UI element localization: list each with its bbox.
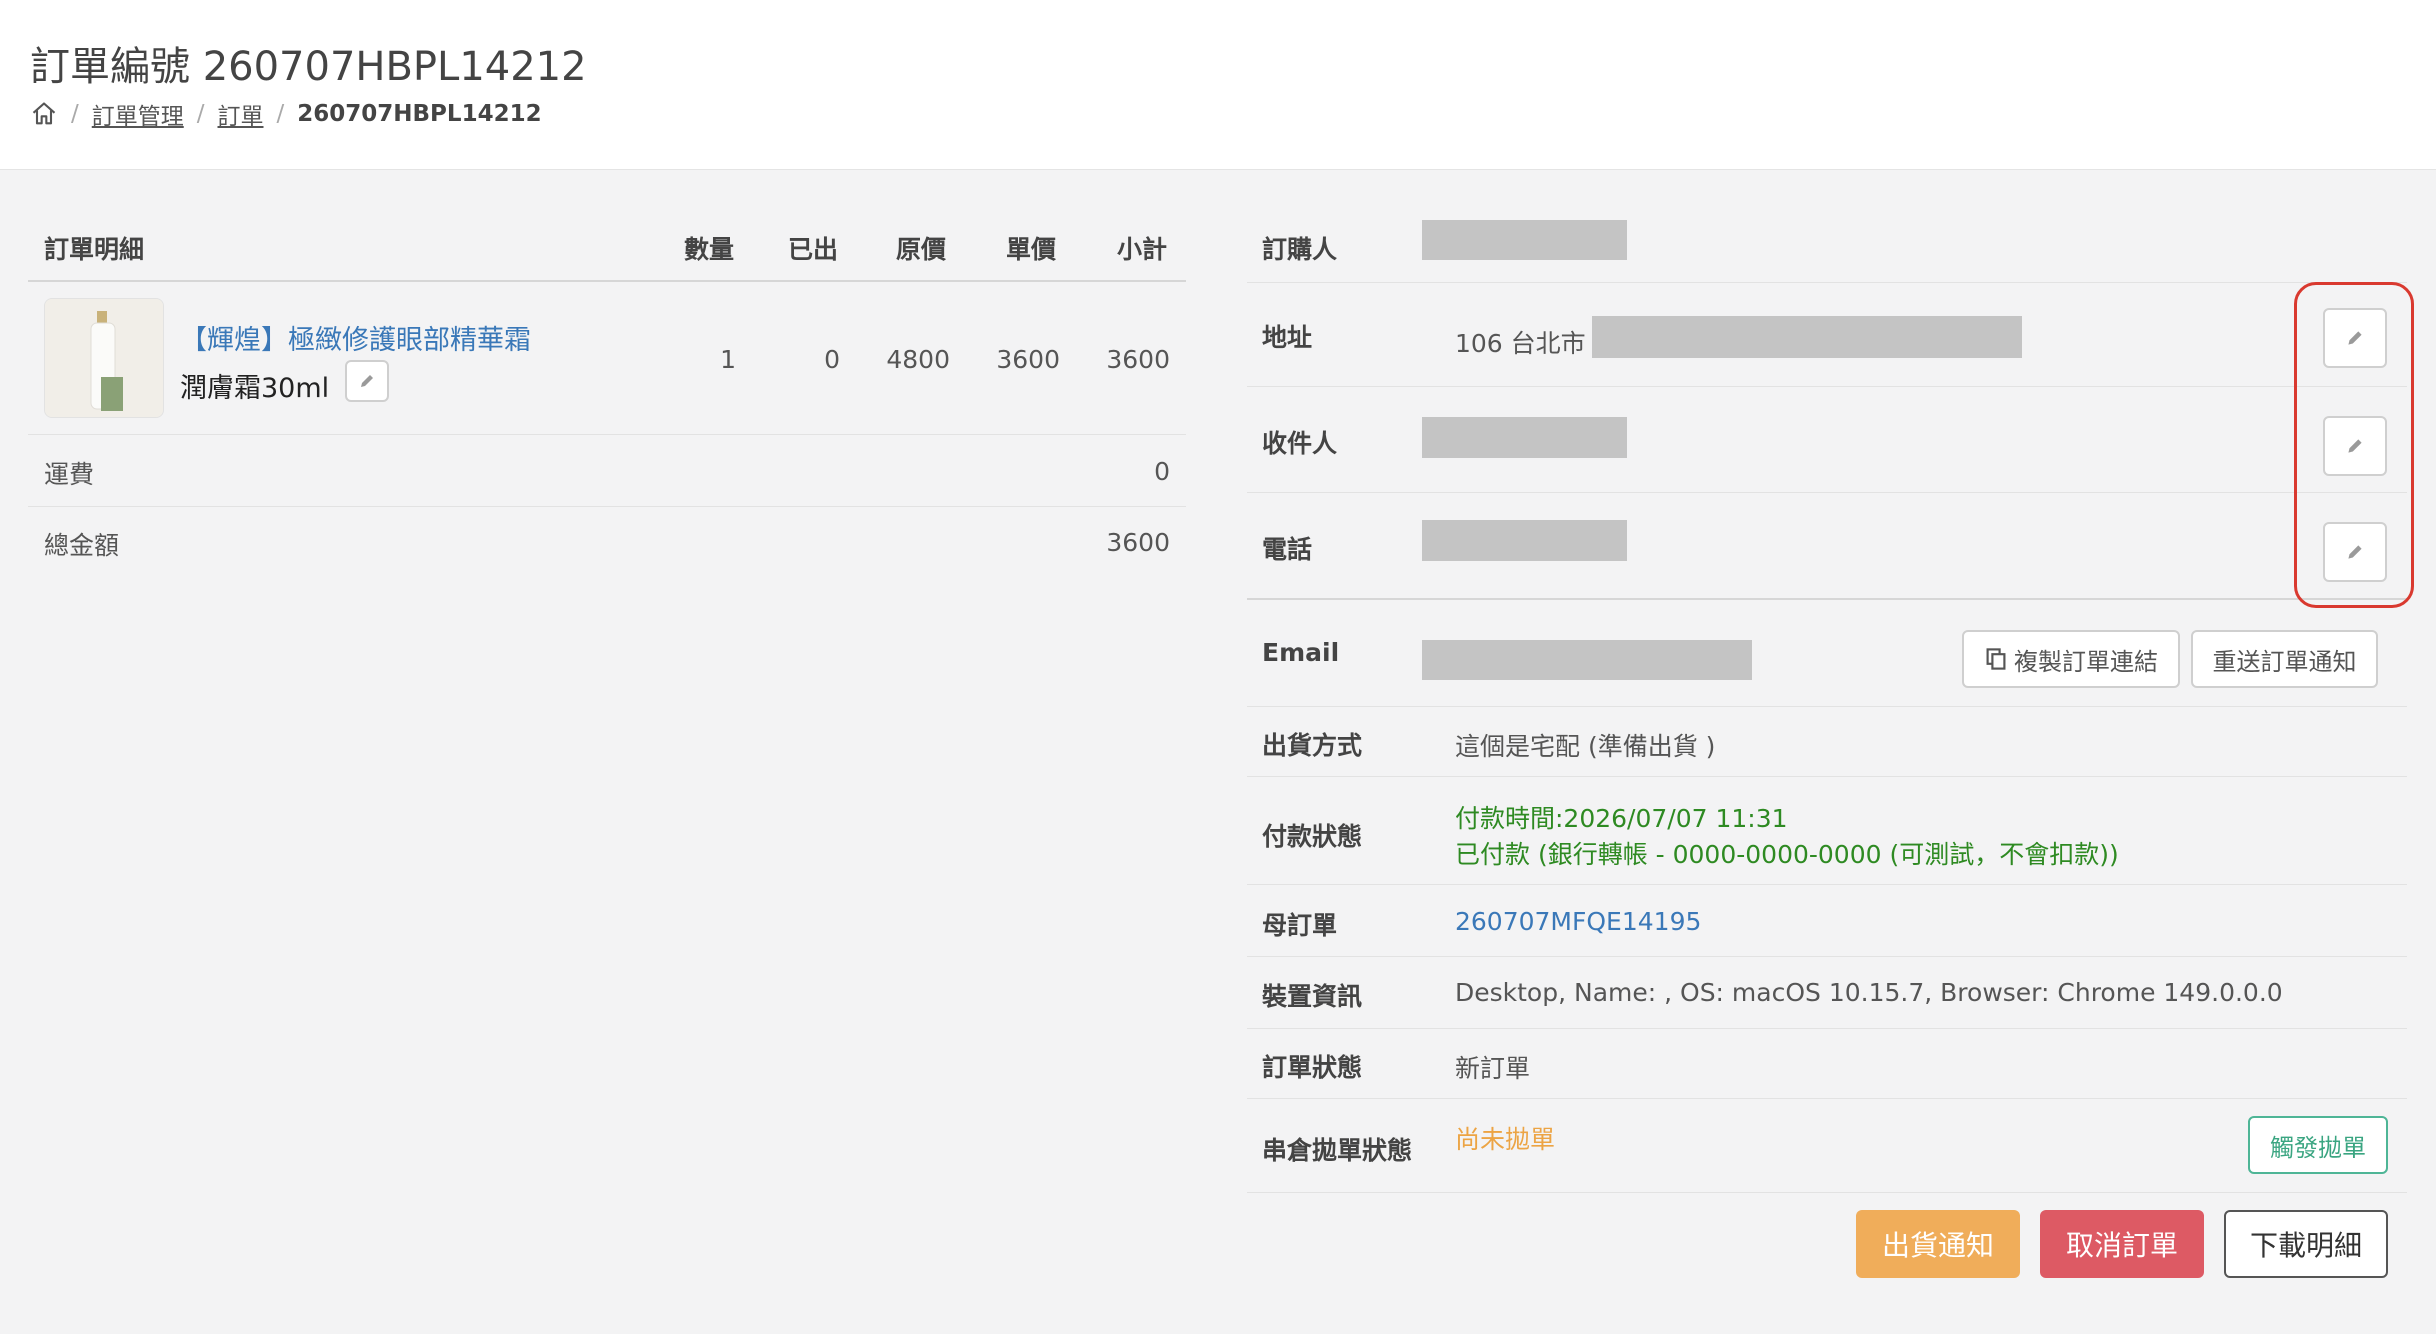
resend-order-notice-button[interactable]: 重送訂單通知 xyxy=(2191,630,2378,688)
recipient-label: 收件人 xyxy=(1262,429,1338,458)
parent-order-label: 母訂單 xyxy=(1262,911,1338,940)
shipping-fee-label: 運費 xyxy=(44,460,95,489)
shipping-fee-value: 0 xyxy=(1154,457,1170,486)
col-header-shipped: 已出 xyxy=(788,235,839,264)
edit-buttons-highlight xyxy=(2294,282,2414,608)
row-divider xyxy=(1247,884,2407,885)
recipient-redacted xyxy=(1422,417,1627,458)
col-header-qty: 數量 xyxy=(684,235,735,264)
col-header-original-price: 原價 xyxy=(896,235,947,264)
row-divider xyxy=(1247,776,2407,777)
item-original-price: 4800 xyxy=(886,345,950,374)
copy-order-link-label: 複製訂單連結 xyxy=(2014,647,2158,676)
ship-notice-button[interactable]: 出貨通知 xyxy=(1856,1210,2020,1278)
breadcrumb-separator: / xyxy=(196,101,205,127)
payment-time: 付款時間:2026/07/07 11:31 xyxy=(1455,804,1788,833)
phone-label: 電話 xyxy=(1262,535,1313,564)
phone-redacted xyxy=(1422,520,1627,561)
row-divider xyxy=(1247,1098,2407,1099)
product-name-link[interactable]: 【輝煌】極緻修護眼部精華霜 xyxy=(180,318,531,357)
warehouse-status-label: 串倉拋單狀態 xyxy=(1262,1136,1413,1165)
row-divider xyxy=(28,506,1186,507)
product-image xyxy=(45,299,163,417)
email-redacted xyxy=(1422,640,1752,680)
page-header: 訂單編號 260707HBPL14212 / 訂單管理 / 訂單 / 26070… xyxy=(0,0,2436,170)
device-info-value: Desktop, Name: , OS: macOS 10.15.7, Brow… xyxy=(1455,978,2283,1007)
product-variant: 潤膚霜30ml xyxy=(180,373,330,404)
breadcrumb-order-management[interactable]: 訂單管理 xyxy=(92,97,184,131)
address-redacted xyxy=(1592,316,2022,358)
row-divider xyxy=(1247,1028,2407,1029)
cancel-order-button[interactable]: 取消訂單 xyxy=(2040,1210,2204,1278)
row-divider xyxy=(1247,492,2407,493)
order-status-label: 訂單狀態 xyxy=(1262,1053,1363,1082)
col-header-subtotal: 小計 xyxy=(1117,235,1168,264)
col-header-unit-price: 單價 xyxy=(1006,235,1057,264)
row-divider xyxy=(1247,598,2407,600)
trigger-warehouse-button[interactable]: 觸發拋單 xyxy=(2248,1116,2388,1174)
row-divider xyxy=(1247,956,2407,957)
breadcrumb: / 訂單管理 / 訂單 / 260707HBPL14212 xyxy=(30,98,542,130)
item-unit-price: 3600 xyxy=(996,345,1060,374)
item-shipped: 0 xyxy=(824,345,840,374)
row-divider xyxy=(1247,282,2407,283)
row-divider xyxy=(1247,386,2407,387)
address-label: 地址 xyxy=(1262,323,1313,352)
total-label: 總金額 xyxy=(44,531,120,560)
parent-order-link[interactable]: 260707MFQE14195 xyxy=(1455,907,1701,936)
home-icon[interactable] xyxy=(30,100,58,128)
breadcrumb-current: 260707HBPL14212 xyxy=(297,101,542,127)
item-subtotal: 3600 xyxy=(1106,345,1170,374)
row-divider xyxy=(28,434,1186,435)
table-header-divider xyxy=(28,280,1186,282)
item-qty: 1 xyxy=(720,345,736,374)
email-label: Email xyxy=(1262,638,1340,667)
pencil-icon xyxy=(361,375,373,387)
copy-order-link-button[interactable]: 複製訂單連結 xyxy=(1962,630,2180,688)
download-detail-button[interactable]: 下載明細 xyxy=(2224,1210,2388,1278)
row-divider xyxy=(1247,706,2407,707)
payment-detail: 已付款 (銀行轉帳 - 0000-0000-0000 (可測試，不會扣款)) xyxy=(1455,840,2119,869)
product-thumbnail xyxy=(44,298,164,418)
shipping-method-value: 這個是宅配 (準備出貨 ) xyxy=(1455,732,1716,761)
total-value: 3600 xyxy=(1106,528,1170,557)
buyer-redacted xyxy=(1422,220,1627,260)
breadcrumb-separator: / xyxy=(276,101,285,127)
device-info-label: 裝置資訊 xyxy=(1262,982,1363,1011)
breadcrumb-orders[interactable]: 訂單 xyxy=(218,97,264,131)
order-status-value: 新訂單 xyxy=(1455,1054,1531,1083)
warehouse-status-value: 尚未拋單 xyxy=(1455,1125,1556,1154)
breadcrumb-separator: / xyxy=(71,101,79,127)
address-prefix: 106 台北市 xyxy=(1455,329,1586,358)
row-divider xyxy=(1247,1192,2407,1193)
buyer-label: 訂購人 xyxy=(1262,235,1338,264)
payment-status-label: 付款狀態 xyxy=(1262,822,1363,851)
copy-icon xyxy=(1986,648,2006,670)
edit-variant-button[interactable] xyxy=(345,360,389,402)
col-header-detail: 訂單明細 xyxy=(44,235,145,264)
shipping-method-label: 出貨方式 xyxy=(1262,731,1363,760)
page-title: 訂單編號 260707HBPL14212 xyxy=(30,44,587,90)
